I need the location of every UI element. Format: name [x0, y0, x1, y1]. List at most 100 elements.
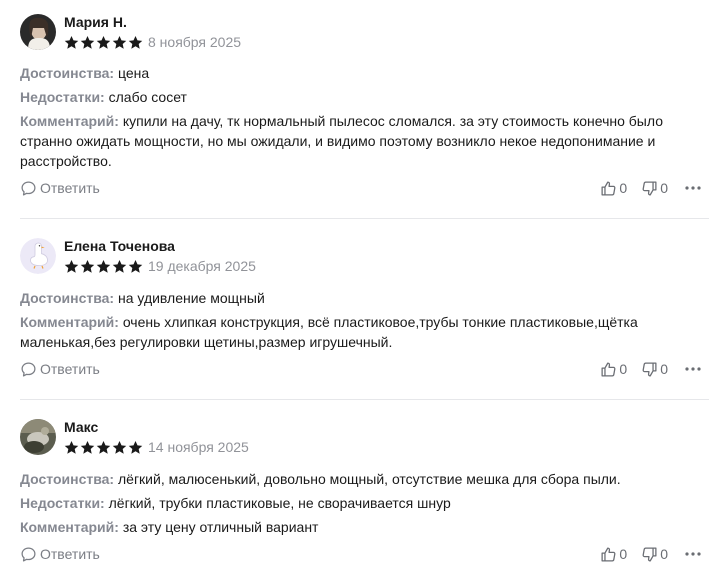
star-icon: [64, 440, 79, 454]
dislike-button[interactable]: 0: [641, 546, 668, 563]
comment-label: Комментарий:: [20, 113, 119, 129]
thumbs-down-icon: [642, 546, 657, 562]
review-date: 19 декабря 2025: [148, 258, 256, 274]
thumbs-up-icon: [601, 361, 616, 377]
dislike-count: 0: [660, 546, 668, 562]
like-button[interactable]: 0: [600, 361, 627, 378]
review-actions: Ответить 0 0: [20, 359, 702, 379]
review-line-cons: Недостатки: лёгкий, трубки пластиковые, …: [20, 493, 680, 513]
star-icon: [112, 35, 127, 49]
vote-controls: 0 0: [600, 544, 702, 564]
review-line-comment: Комментарий: купили на дачу, тк нормальн…: [20, 111, 680, 171]
review-line-pros: Достоинства: на удивление мощный: [20, 288, 680, 308]
star-icon: [96, 259, 111, 273]
dislike-button[interactable]: 0: [641, 180, 668, 197]
like-count: 0: [619, 546, 628, 562]
review-header: Елена Точенова 19 декабря 2025: [20, 238, 256, 274]
review-line-comment: Комментарий: очень хлипкая конструкция, …: [20, 312, 680, 352]
more-button[interactable]: [684, 366, 702, 372]
like-button[interactable]: 0: [600, 546, 627, 563]
review-header: Макс 14 ноября 2025: [20, 419, 249, 455]
thumbs-up-icon: [601, 546, 616, 562]
thumbs-up-icon: [601, 180, 616, 196]
comment-label: Комментарий:: [20, 519, 119, 535]
star-icon: [128, 35, 143, 49]
thumbs-down-icon: [642, 361, 657, 377]
reply-button[interactable]: Ответить: [20, 359, 100, 379]
author-name[interactable]: Макс: [64, 419, 249, 435]
avatar[interactable]: [20, 419, 56, 455]
star-rating: [64, 259, 143, 274]
star-icon: [96, 35, 111, 49]
star-icon: [64, 259, 79, 273]
star-icon: [80, 259, 95, 273]
cons-text: слабо сосет: [108, 89, 187, 105]
star-rating: [64, 440, 143, 455]
review-body: Достоинства: лёгкий, малюсенький, доволь…: [20, 469, 680, 541]
star-icon: [80, 35, 95, 49]
star-icon: [80, 440, 95, 454]
avatar[interactable]: [20, 14, 56, 50]
pros-text: лёгкий, малюсенький, довольно мощный, от…: [118, 471, 621, 487]
star-icon: [112, 440, 127, 454]
like-count: 0: [619, 361, 628, 377]
pros-text: цена: [118, 65, 150, 81]
pros-text: на удивление мощный: [118, 290, 265, 306]
review-actions: Ответить 0 0: [20, 544, 702, 564]
comment-label: Комментарий:: [20, 314, 119, 330]
cons-label: Недостатки:: [20, 89, 105, 105]
reply-label: Ответить: [40, 361, 100, 377]
comment-icon: [21, 361, 36, 377]
dislike-button[interactable]: 0: [641, 361, 668, 378]
review-date: 14 ноября 2025: [148, 439, 249, 455]
vote-controls: 0 0: [600, 178, 702, 198]
dislike-count: 0: [660, 361, 668, 377]
more-dots-icon: [685, 552, 701, 556]
reply-button[interactable]: Ответить: [20, 178, 100, 198]
more-dots-icon: [685, 367, 701, 371]
more-button[interactable]: [684, 551, 702, 557]
comment-text: за эту цену отличный вариант: [122, 519, 319, 535]
reply-label: Ответить: [40, 180, 100, 196]
author-name[interactable]: Мария Н.: [64, 14, 241, 30]
review-line-pros: Достоинства: цена: [20, 63, 680, 83]
star-icon: [96, 440, 111, 454]
pros-label: Достоинства:: [20, 471, 115, 487]
more-button[interactable]: [684, 185, 702, 191]
like-count: 0: [619, 180, 628, 196]
star-icon: [128, 440, 143, 454]
star-rating: [64, 35, 143, 50]
comment-icon: [21, 180, 36, 196]
author-name[interactable]: Елена Точенова: [64, 238, 256, 254]
review-divider: [20, 399, 709, 400]
star-icon: [128, 259, 143, 273]
pros-label: Достоинства:: [20, 290, 115, 306]
thumbs-down-icon: [642, 180, 657, 196]
review-line-cons: Недостатки: слабо сосет: [20, 87, 680, 107]
pros-label: Достоинства:: [20, 65, 115, 81]
cons-text: лёгкий, трубки пластиковые, не сворачива…: [108, 495, 451, 511]
reviews-feed: Мария Н. 8 ноября 2025 Достоинства: цена…: [0, 0, 709, 584]
review-line-comment: Комментарий: за эту цену отличный вариан…: [20, 517, 680, 537]
star-icon: [112, 259, 127, 273]
reply-label: Ответить: [40, 546, 100, 562]
vote-controls: 0 0: [600, 359, 702, 379]
like-button[interactable]: 0: [600, 180, 627, 197]
star-icon: [64, 35, 79, 49]
dislike-count: 0: [660, 180, 668, 196]
review-divider: [20, 218, 709, 219]
rating-row: 8 ноября 2025: [64, 33, 241, 51]
review-actions: Ответить 0 0: [20, 178, 702, 198]
cons-label: Недостатки:: [20, 495, 105, 511]
rating-row: 19 декабря 2025: [64, 257, 256, 275]
review-line-pros: Достоинства: лёгкий, малюсенький, доволь…: [20, 469, 680, 489]
reply-button[interactable]: Ответить: [20, 544, 100, 564]
review-date: 8 ноября 2025: [148, 34, 242, 50]
review-header: Мария Н. 8 ноября 2025: [20, 14, 241, 50]
rating-row: 14 ноября 2025: [64, 438, 249, 456]
review-body: Достоинства: цена Недостатки: слабо сосе…: [20, 63, 680, 175]
comment-icon: [21, 546, 36, 562]
avatar[interactable]: [20, 238, 56, 274]
more-dots-icon: [685, 186, 701, 190]
review-body: Достоинства: на удивление мощный Коммент…: [20, 288, 680, 356]
